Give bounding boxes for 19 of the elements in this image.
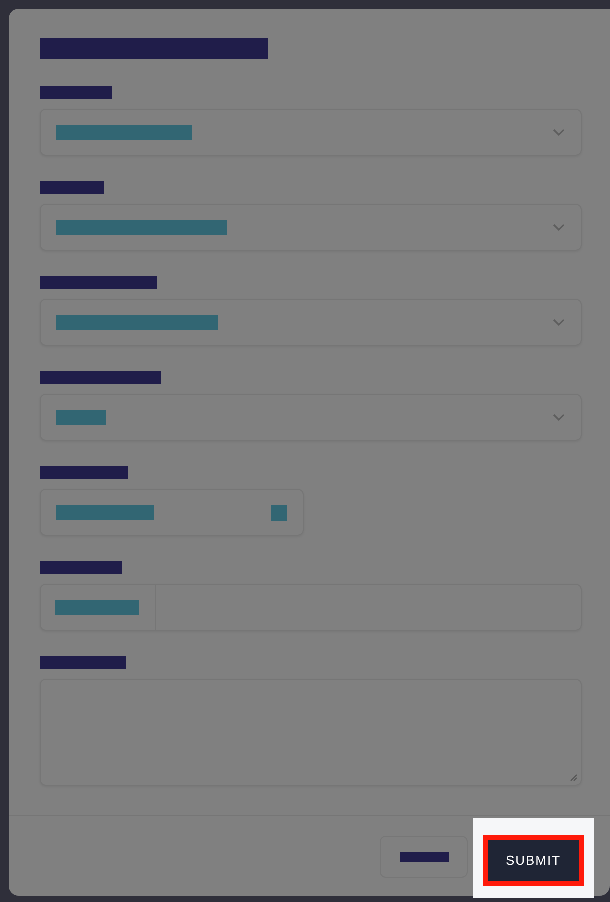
select-field[interactable] — [40, 299, 582, 346]
chevron-down-icon — [552, 412, 566, 422]
input-field[interactable] — [40, 584, 582, 631]
submit-button[interactable]: SUBMIT — [483, 835, 584, 886]
chevron-down-icon — [552, 222, 566, 232]
input-field[interactable] — [40, 489, 304, 536]
resize-grip-icon — [570, 774, 578, 782]
redacted-label — [40, 181, 104, 194]
redacted-label — [400, 852, 448, 862]
chevron-down-icon — [552, 318, 566, 328]
secondary-button[interactable] — [380, 836, 468, 878]
select-field[interactable] — [40, 204, 582, 251]
redacted-value — [56, 410, 106, 425]
square-icon — [271, 504, 287, 520]
select-field[interactable] — [40, 394, 582, 441]
text-area[interactable] — [40, 679, 582, 786]
redacted-label — [40, 86, 112, 99]
select-field[interactable] — [40, 109, 582, 156]
chevron-down-icon — [552, 128, 566, 138]
